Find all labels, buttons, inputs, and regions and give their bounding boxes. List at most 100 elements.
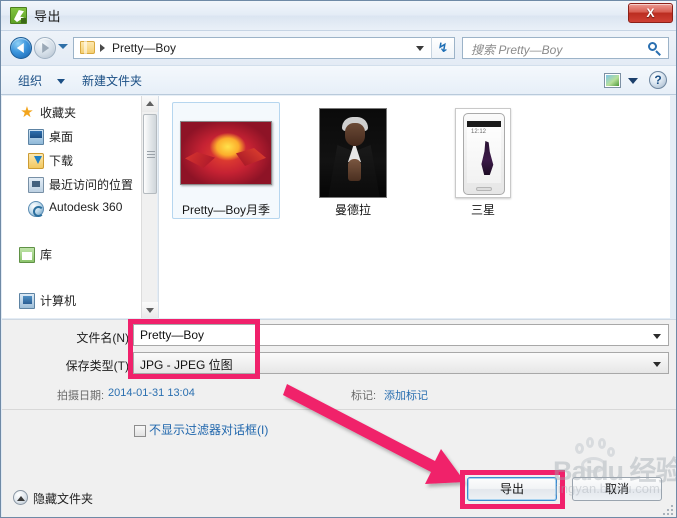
scroll-down-glyph xyxy=(146,308,154,313)
command-toolbar: 组织 新建文件夹 ? xyxy=(1,65,676,95)
sidebar-item-favorites[interactable]: ★ 收藏夹 xyxy=(2,102,141,124)
list-item[interactable]: 12:12 三星 xyxy=(429,104,537,218)
date-taken-value[interactable]: 2014-01-31 13:04 xyxy=(108,387,195,399)
forward-arrow-icon[interactable] xyxy=(34,37,56,59)
sidebar-item-recent-places[interactable]: 最近访问的位置 xyxy=(2,174,141,196)
savetype-value: JPG - JPEG 位图 xyxy=(140,358,233,372)
organize-button[interactable]: 组织 xyxy=(18,72,42,89)
chevron-down-icon-recent[interactable] xyxy=(58,44,68,49)
app-icon-corner xyxy=(21,18,26,23)
chevron-down-icon-organize[interactable] xyxy=(57,79,65,84)
chevron-down-icon-address[interactable] xyxy=(416,46,424,51)
sidebar-item-label: Autodesk 360 xyxy=(49,200,123,214)
rose-photo-thumbnail xyxy=(180,121,272,185)
navigation-pane-scrollbar[interactable] xyxy=(141,96,158,318)
sidebar-item-desktop[interactable]: 桌面 xyxy=(2,126,141,148)
thumbnail-wrap xyxy=(299,104,407,202)
savetype-select[interactable]: JPG - JPEG 位图 xyxy=(133,352,669,374)
list-item-label: 曼德拉 xyxy=(334,203,371,217)
list-item[interactable]: 曼德拉 xyxy=(299,104,407,218)
phone-photo-thumbnail: 12:12 xyxy=(455,108,511,198)
scroll-up-glyph xyxy=(146,101,154,106)
view-mode-thumb xyxy=(606,75,619,86)
back-arrow-icon[interactable] xyxy=(10,37,32,59)
scrollbar-grip xyxy=(147,151,155,158)
new-folder-button[interactable]: 新建文件夹 xyxy=(82,72,142,89)
scrollbar-thumb[interactable] xyxy=(143,114,157,194)
phone-home-button xyxy=(476,187,492,191)
navigation-pane: ★ 收藏夹 桌面 下载 最近访问的位置 Autodesk 360 库 计算机 xyxy=(2,96,141,318)
date-taken-label: 拍摄日期: xyxy=(57,390,105,402)
collapse-up-icon[interactable] xyxy=(13,490,28,505)
portrait-face xyxy=(345,123,365,146)
desktop-icon xyxy=(28,129,44,145)
search-handle xyxy=(655,50,661,56)
breadcrumb[interactable]: Pretty—Boy xyxy=(112,41,176,55)
collapse-glyph xyxy=(17,496,25,501)
caret-down-icon[interactable] xyxy=(142,302,158,318)
sidebar-item-autodesk360[interactable]: Autodesk 360 xyxy=(2,198,141,220)
sidebar-item-libraries[interactable]: 库 xyxy=(2,244,141,266)
list-item[interactable]: Pretty—Boy月季 xyxy=(172,102,280,219)
search-input[interactable]: 搜索 Pretty—Boy xyxy=(462,37,669,59)
cancel-button[interactable]: 取消 xyxy=(572,477,662,501)
library-icon xyxy=(19,247,35,263)
phone-clock: 12:12 xyxy=(471,129,487,135)
sidebar-item-label: 下载 xyxy=(49,154,74,168)
help-button[interactable]: ? xyxy=(649,71,667,89)
phone-body: 12:12 xyxy=(463,113,505,195)
download-icon xyxy=(28,153,44,169)
filter-dialog-checkbox[interactable] xyxy=(134,425,146,437)
sidebar-item-label: 最近访问的位置 xyxy=(49,178,134,192)
search-icon xyxy=(648,42,661,56)
star-icon: ★ xyxy=(20,104,34,121)
list-item-label: 三星 xyxy=(470,203,495,217)
file-list-view[interactable]: Pretty—Boy月季 曼德拉 12:12 三星 xyxy=(158,96,670,318)
phone-statusbar xyxy=(467,121,501,127)
window-title: 导出 xyxy=(34,9,62,24)
export-button[interactable]: 导出 xyxy=(467,477,557,501)
phone-wallpaper-figure xyxy=(481,141,494,175)
sidebar-item-downloads[interactable]: 下载 xyxy=(2,150,141,172)
forward-glyph xyxy=(42,43,50,53)
tags-label: 标记: xyxy=(351,390,377,402)
resize-grip[interactable] xyxy=(661,503,673,515)
phone-screen: 12:12 xyxy=(467,121,501,183)
chevron-down-icon-savetype[interactable] xyxy=(653,362,661,367)
navigation-bar: Pretty—Boy ↯ 搜索 Pretty—Boy xyxy=(1,31,676,65)
sidebar-item-label: 桌面 xyxy=(49,130,74,144)
sidebar-item-label: 计算机 xyxy=(40,294,77,308)
export-file-dialog: 导出 X Pretty—Boy ↯ 搜索 Pretty—Boy 组织 新建文件夹… xyxy=(0,0,677,518)
chevron-down-icon-filename[interactable] xyxy=(653,334,661,339)
back-glyph xyxy=(16,43,24,53)
close-button[interactable]: X xyxy=(628,3,673,23)
view-mode-icon[interactable] xyxy=(604,73,621,88)
filename-label: 文件名(N) xyxy=(76,331,129,345)
chevron-down-icon-view[interactable] xyxy=(628,78,638,84)
portrait-photo-thumbnail xyxy=(319,108,387,198)
savetype-label: 保存类型(T) xyxy=(65,359,129,373)
sidebar-item-label: 库 xyxy=(40,248,53,262)
thumbnail-wrap xyxy=(172,104,280,202)
recent-places-icon xyxy=(28,177,44,193)
export-app-icon xyxy=(10,7,27,24)
refresh-icon[interactable]: ↯ xyxy=(431,37,455,59)
autodesk-icon xyxy=(28,201,44,217)
hide-folders-button[interactable]: 隐藏文件夹 xyxy=(33,490,93,507)
caret-up-icon[interactable] xyxy=(142,96,158,112)
tags-value[interactable]: 添加标记 xyxy=(384,387,428,403)
sidebar-item-label: 收藏夹 xyxy=(40,106,77,120)
title-bar: 导出 X xyxy=(1,1,676,31)
sidebar-item-computer[interactable]: 计算机 xyxy=(2,290,141,312)
filename-input[interactable]: Pretty—Boy xyxy=(133,324,669,346)
computer-icon xyxy=(19,293,35,309)
folder-icon xyxy=(80,41,95,54)
thumbnail-wrap: 12:12 xyxy=(429,104,537,202)
portrait-hands xyxy=(348,159,361,181)
address-bar[interactable]: Pretty—Boy xyxy=(73,37,431,59)
filename-value: Pretty—Boy xyxy=(140,328,205,342)
filter-dialog-checkbox-label[interactable]: 不显示过滤器对话框(I) xyxy=(149,422,269,438)
breadcrumb-separator-icon xyxy=(100,44,105,52)
search-placeholder: 搜索 Pretty—Boy xyxy=(471,43,563,57)
list-item-label: Pretty—Boy月季 xyxy=(181,203,271,217)
